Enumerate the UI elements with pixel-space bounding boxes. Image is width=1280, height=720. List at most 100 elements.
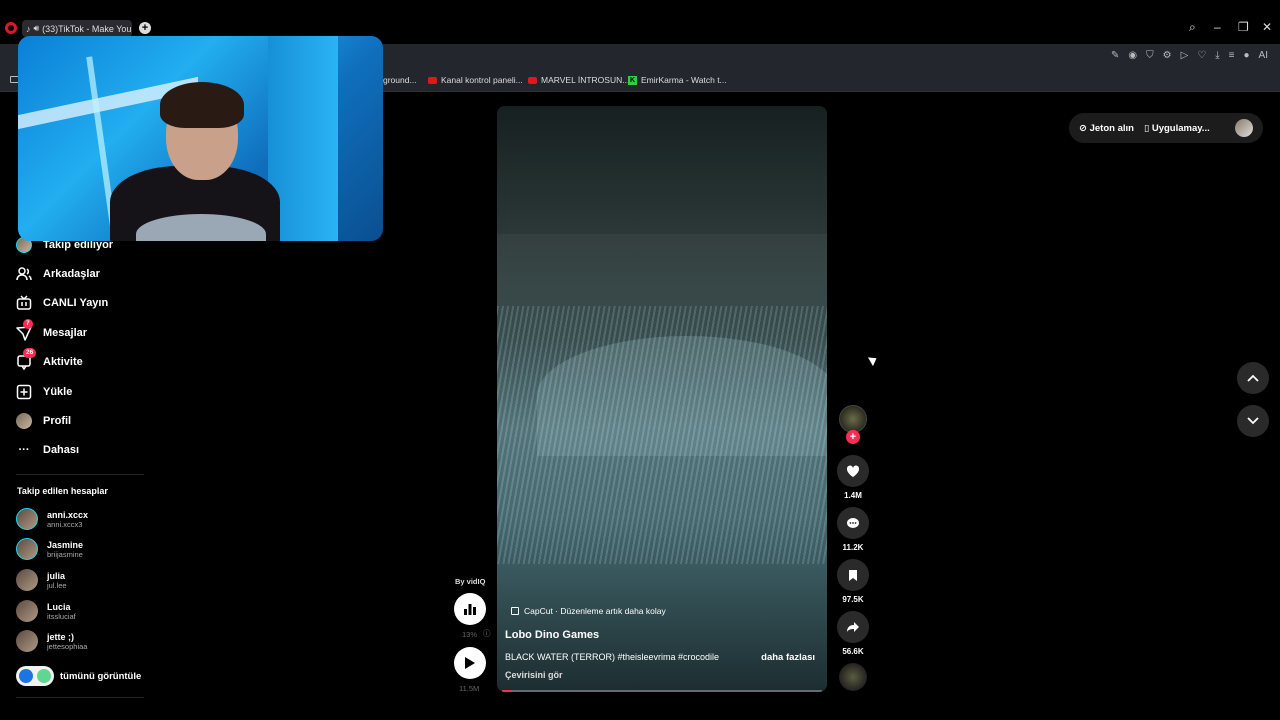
- video-description: BLACK WATER (TERROR) #theisleevrima #cro…: [505, 652, 720, 662]
- more-dots-icon: ···: [18, 444, 30, 456]
- heart-icon: [846, 465, 860, 477]
- live-tv-icon: [16, 295, 32, 311]
- avatar: [16, 538, 38, 560]
- youtube-icon: [428, 76, 437, 84]
- tiktok-favicon-icon: ♪: [26, 23, 31, 34]
- comment-count: 11.2K: [842, 543, 864, 552]
- sidebar-divider: [16, 697, 144, 698]
- sidebar-item-live[interactable]: CANLI Yayın: [16, 295, 108, 311]
- friends-icon: [16, 266, 32, 282]
- avatar: [16, 630, 38, 652]
- bar-chart-icon: [464, 604, 476, 615]
- youtube-icon: [528, 76, 537, 84]
- messages-icon: 7: [16, 319, 33, 341]
- avatar: [16, 600, 38, 622]
- sidebar-item-friends[interactable]: Arkadaşlar: [16, 266, 100, 282]
- top-right-actions: ⊘ Jeton alın ▯ Uygulamay...: [1069, 113, 1263, 143]
- get-app-button[interactable]: ▯ Uygulamay...: [1144, 123, 1210, 134]
- sidebar-item-activity[interactable]: 26 Aktivite: [16, 348, 83, 370]
- sidebar-divider: [16, 474, 144, 475]
- chevron-down-icon: [1247, 417, 1259, 425]
- video-progress-bar[interactable]: [502, 690, 822, 692]
- vidiq-stats-button[interactable]: [454, 593, 486, 625]
- messages-badge: 7: [23, 319, 33, 329]
- following-accounts-title: Takip edilen hesaplar: [17, 486, 108, 496]
- like-action[interactable]: 1.4M: [837, 455, 869, 500]
- activity-badge: 26: [23, 348, 37, 358]
- vidiq-percent: 13%: [462, 630, 478, 639]
- bookmark-1[interactable]: ground...: [383, 75, 417, 85]
- see-more-button[interactable]: daha fazlası: [761, 652, 815, 663]
- heart-icon[interactable]: ♡: [1197, 50, 1206, 61]
- account-item[interactable]: julia jul.lee: [16, 569, 67, 591]
- account-item[interactable]: anni.xccx anni.xccx3: [16, 508, 88, 530]
- video-author[interactable]: Lobo Dino Games: [505, 629, 599, 641]
- minimize-button[interactable]: –: [1214, 20, 1221, 34]
- share-icon: [847, 622, 859, 632]
- comment-icon: [847, 517, 859, 528]
- edit-icon[interactable]: ✎: [1111, 50, 1119, 61]
- profile-avatar-icon: [16, 413, 32, 429]
- get-coins-button[interactable]: ⊘ Jeton alın: [1079, 123, 1134, 134]
- bookmark-2[interactable]: Kanal kontrol paneli...: [428, 75, 523, 85]
- next-video-button[interactable]: [1237, 405, 1269, 437]
- menu-icon[interactable]: ≡: [1229, 50, 1235, 61]
- shield-icon[interactable]: ⛉: [1146, 50, 1154, 61]
- camera-icon[interactable]: ◉: [1128, 50, 1137, 61]
- webcam-overlay: [18, 36, 383, 241]
- restore-button[interactable]: ❐: [1238, 20, 1249, 34]
- activity-icon: 26: [16, 348, 37, 370]
- account-item[interactable]: jette ;) jettesophiaa: [16, 630, 87, 652]
- save-action[interactable]: 97.5K: [837, 559, 869, 604]
- play-icon[interactable]: ▷: [1181, 50, 1189, 61]
- previous-video-button[interactable]: [1237, 362, 1269, 394]
- avatar: [16, 508, 38, 530]
- sidebar-item-messages[interactable]: 7 Mesajlar: [16, 319, 87, 341]
- chevron-up-icon: [1247, 374, 1259, 382]
- see-all-following-link[interactable]: tümünü görüntüle: [16, 666, 141, 686]
- opera-logo-icon[interactable]: [5, 22, 17, 34]
- share-action[interactable]: 56.6K: [837, 611, 869, 656]
- upload-plus-icon: [16, 384, 32, 400]
- bookmark-3[interactable]: MARVEL İNTROSUN...: [528, 75, 629, 85]
- profile-icon[interactable]: ●: [1244, 50, 1250, 61]
- toolbar-icons: ✎ ◉ ⛉ ⚙ ▷ ♡ ⤓ ≡ ● AI: [1111, 50, 1268, 61]
- save-count: 97.5K: [842, 595, 864, 604]
- creator-avatar[interactable]: [839, 405, 867, 433]
- mouse-cursor-icon: [867, 353, 880, 367]
- close-window-button[interactable]: ✕: [1262, 20, 1272, 34]
- download-icon[interactable]: ⤓: [1215, 50, 1219, 61]
- avatar: [16, 569, 38, 591]
- bookmark-4[interactable]: K EmirKarma - Watch t...: [628, 75, 727, 85]
- user-avatar[interactable]: [1235, 119, 1253, 137]
- info-icon[interactable]: ⓘ: [483, 628, 491, 639]
- capcut-link[interactable]: CapCut · Düzenleme artık daha kolay: [511, 606, 666, 616]
- video-progress-fill: [502, 690, 512, 692]
- comment-action[interactable]: 11.2K: [837, 507, 869, 552]
- extension-toggle[interactable]: [16, 666, 54, 686]
- ai-button[interactable]: AI: [1259, 50, 1268, 61]
- sidebar-item-more[interactable]: ··· Dahası: [16, 442, 80, 458]
- sidebar-item-upload[interactable]: Yükle: [16, 384, 72, 400]
- play-icon: [465, 657, 475, 669]
- play-button[interactable]: [454, 647, 486, 679]
- share-count: 56.6K: [842, 647, 864, 656]
- browser-tab-tiktok[interactable]: ♪ 🔊︎ (33)TikTok - Make You: [22, 20, 132, 37]
- speaker-icon[interactable]: 🔊︎: [34, 23, 40, 34]
- tab-title: (33)TikTok - Make You: [42, 23, 132, 34]
- video-player[interactable]: CapCut · Düzenleme artık daha kolay Lobo…: [497, 106, 827, 692]
- account-item[interactable]: Lucia itssluciaf: [16, 600, 76, 622]
- vidiq-label: By vidIQ: [455, 577, 486, 586]
- like-count: 1.4M: [844, 491, 862, 500]
- account-item[interactable]: Jasmine briijasmine: [16, 538, 83, 560]
- see-translation-link[interactable]: Çevirisini gör: [505, 670, 563, 680]
- follow-button[interactable]: +: [846, 430, 860, 444]
- kick-icon: K: [628, 75, 637, 85]
- search-icon[interactable]: ⌕: [1189, 20, 1196, 35]
- capcut-icon: [511, 607, 519, 615]
- vidiq-views: 11.5M: [459, 684, 480, 693]
- sidebar-item-profile[interactable]: Profil: [16, 413, 71, 429]
- extension-icon[interactable]: ⚙: [1163, 50, 1172, 61]
- music-disc[interactable]: [839, 663, 867, 691]
- new-tab-button[interactable]: +: [139, 22, 151, 34]
